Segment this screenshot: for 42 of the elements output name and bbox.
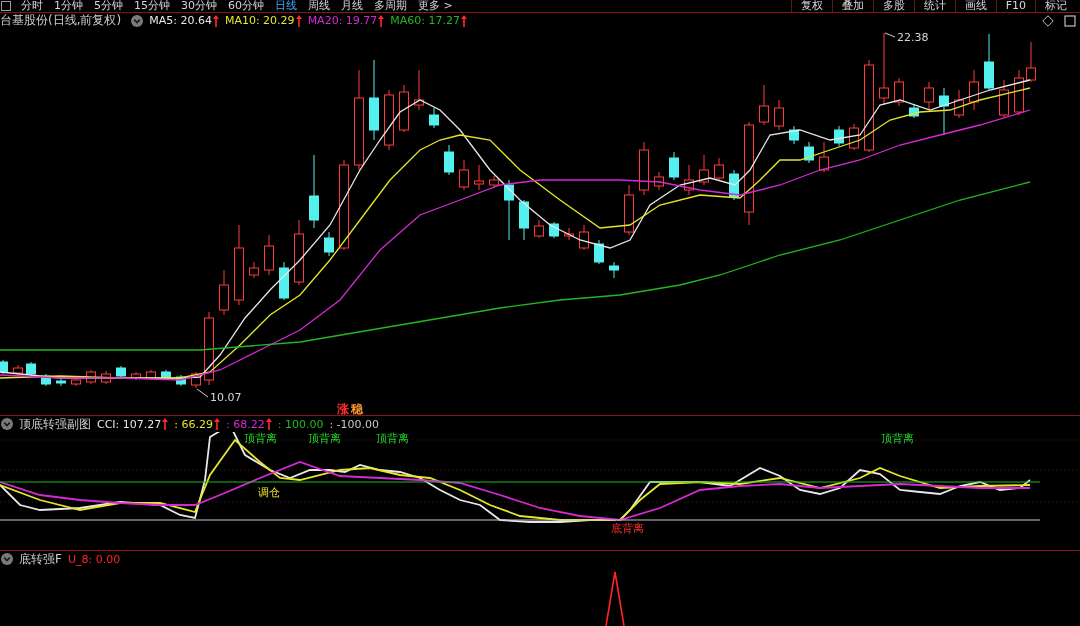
- low-price-label: 10.07: [210, 391, 242, 404]
- leader-line: [884, 32, 896, 38]
- diamond-icon[interactable]: [1042, 14, 1054, 27]
- signal-label: 顶背离: [376, 432, 409, 445]
- period-tab[interactable]: 30分钟: [181, 0, 217, 12]
- indicator-value: MA10: 20.29: [224, 13, 295, 28]
- period-tab[interactable]: 日线: [275, 0, 297, 12]
- indicator-value: MA20: 19.77: [307, 13, 378, 28]
- period-tab[interactable]: 15分钟: [134, 0, 170, 12]
- indicator-value: MA60: 17.27: [390, 13, 461, 28]
- period-tab[interactable]: 1分钟: [54, 0, 83, 12]
- indicator-value: CCI: 107.27: [97, 416, 162, 432]
- period-tab[interactable]: 月线: [341, 0, 363, 12]
- signal-label: 顶背离: [308, 432, 341, 445]
- period-tab[interactable]: 5分钟: [94, 0, 123, 12]
- indicator-value: U_8: 0.00: [67, 551, 121, 567]
- signal-label: 稳: [351, 402, 363, 415]
- period-tab[interactable]: 多周期: [374, 0, 407, 12]
- indicator-title: 底转强F: [19, 551, 62, 567]
- dropdown-icon[interactable]: [1, 418, 13, 430]
- leader-line: [196, 388, 209, 398]
- indicator-title: 顶底转强副图: [19, 416, 91, 432]
- chart-title: 台基股份(日线,前复权): [0, 13, 122, 28]
- dropdown-icon[interactable]: [1, 553, 13, 565]
- window-icon[interactable]: [1, 1, 11, 11]
- indicator-value: : 68.22: [226, 416, 265, 432]
- signal-label: 涨: [337, 402, 349, 415]
- indicator-value: : -100.00: [329, 416, 380, 432]
- period-tab[interactable]: 更多 >: [418, 0, 453, 12]
- signal-label: 调仓: [258, 486, 280, 499]
- indicator-value: : 66.29: [174, 416, 213, 432]
- signal-label: 顶背离: [881, 432, 914, 445]
- square-icon[interactable]: [1064, 14, 1076, 27]
- dropdown-icon[interactable]: [131, 14, 144, 27]
- indicator-value: MA5: 20.64: [149, 13, 212, 28]
- signal-label: 顶背离: [244, 432, 277, 445]
- high-price-label: 22.38: [897, 31, 929, 44]
- period-tab[interactable]: 周线: [308, 0, 330, 12]
- signal-label: 底背离: [611, 522, 644, 535]
- period-tab[interactable]: 60分钟: [228, 0, 264, 12]
- period-tab[interactable]: 分时: [21, 0, 43, 12]
- indicator-value: : 100.00: [277, 416, 324, 432]
